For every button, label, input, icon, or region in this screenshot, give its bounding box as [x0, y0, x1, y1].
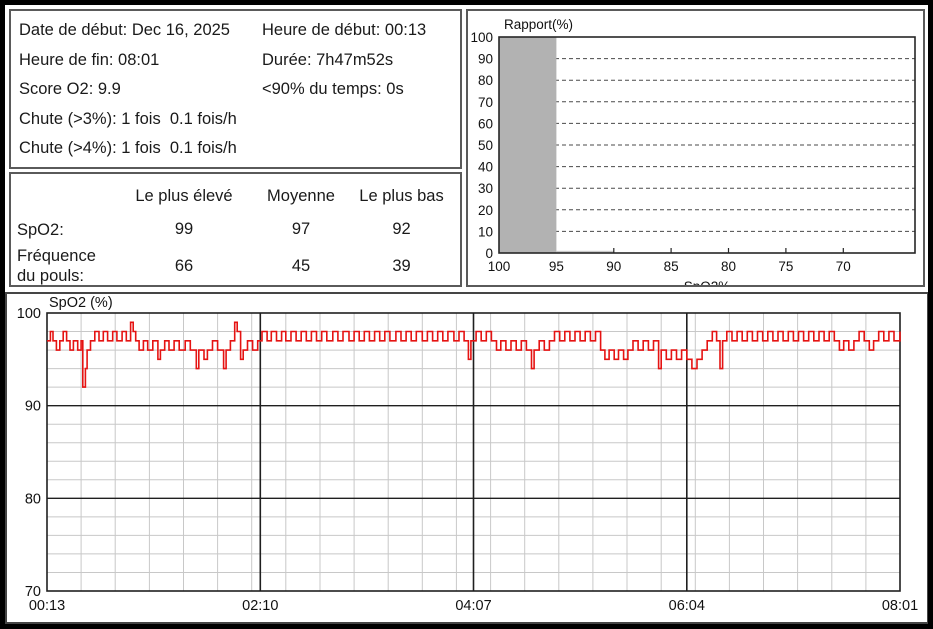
corner-cell — [17, 178, 115, 214]
svg-text:06:04: 06:04 — [669, 598, 705, 614]
svg-text:80: 80 — [25, 491, 41, 507]
col-header-lowest: Le plus bas — [349, 178, 454, 214]
svg-text:75: 75 — [778, 259, 793, 274]
spo2-trend-panel: 70809010000:1302:1004:0706:0408:01SpO2 (… — [5, 292, 929, 624]
stats-table-panel: Le plus élevé Moyenne Le plus bas SpO2: … — [9, 172, 462, 287]
row-label-pulse: Fréquence du pouls: — [17, 245, 115, 287]
o2-score-value: Score O2: 9.9 — [19, 80, 121, 98]
start-date-value: Date de début: Dec 16, 2025 — [19, 21, 230, 39]
svg-text:80: 80 — [478, 73, 493, 88]
svg-text:20: 20 — [478, 203, 493, 218]
summary-row: Heure de fin: 08:01 Durée: 7h47m52s — [19, 46, 452, 76]
svg-text:04:07: 04:07 — [455, 598, 491, 614]
drop-4pct-value: Chute (>4%): 1 fois 0.1 fois/h — [19, 139, 237, 157]
svg-text:40: 40 — [478, 160, 493, 175]
svg-text:70: 70 — [478, 95, 493, 110]
svg-text:10: 10 — [478, 224, 493, 239]
svg-text:Rapport(%): Rapport(%) — [504, 17, 573, 32]
svg-text:60: 60 — [478, 116, 493, 131]
col-header-highest: Le plus élevé — [115, 178, 253, 214]
svg-text:90: 90 — [25, 399, 41, 415]
stats-table: Le plus élevé Moyenne Le plus bas SpO2: … — [17, 178, 454, 287]
svg-text:90: 90 — [606, 259, 621, 274]
summary-panel: Date de début: Dec 16, 2025 Heure de déb… — [9, 9, 462, 169]
svg-text:100: 100 — [17, 306, 41, 322]
svg-text:90: 90 — [478, 52, 493, 67]
spo2-lowest: 92 — [349, 214, 454, 245]
pulse-highest: 66 — [115, 245, 253, 287]
duration-value: Durée: 7h47m52s — [262, 46, 393, 76]
svg-text:SpO2%: SpO2% — [684, 279, 731, 285]
svg-text:00:13: 00:13 — [29, 598, 65, 614]
below-90-time-value: <90% du temps: 0s — [262, 75, 404, 105]
summary-row: Score O2: 9.9 <90% du temps: 0s — [19, 75, 452, 105]
pulse-average: 45 — [253, 245, 349, 287]
row-label-spo2: SpO2: — [17, 214, 115, 245]
oximetry-report-window: Date de début: Dec 16, 2025 Heure de déb… — [0, 0, 933, 629]
drop-3pct-value: Chute (>3%): 1 fois 0.1 fois/h — [19, 110, 237, 128]
svg-text:85: 85 — [664, 259, 679, 274]
end-time-value: Heure de fin: 08:01 — [19, 51, 159, 69]
svg-text:80: 80 — [721, 259, 736, 274]
spo2-distribution-panel: 0102030405060708090100100959085807570Rap… — [466, 9, 925, 287]
summary-row: Chute (>3%): 1 fois 0.1 fois/h — [19, 105, 452, 135]
svg-text:100: 100 — [470, 30, 493, 45]
spo2-distribution-chart: 0102030405060708090100100959085807570Rap… — [468, 11, 923, 285]
svg-text:70: 70 — [836, 259, 851, 274]
pulse-lowest: 39 — [349, 245, 454, 287]
svg-text:100: 100 — [488, 259, 511, 274]
spo2-highest: 99 — [115, 214, 253, 245]
spo2-trend-chart: 70809010000:1302:1004:0706:0408:01SpO2 (… — [7, 294, 927, 622]
svg-text:08:01: 08:01 — [882, 598, 918, 614]
spo2-average: 97 — [253, 214, 349, 245]
svg-text:30: 30 — [478, 181, 493, 196]
svg-text:95: 95 — [549, 259, 564, 274]
svg-text:02:10: 02:10 — [242, 598, 278, 614]
summary-row: Date de début: Dec 16, 2025 Heure de déb… — [19, 16, 452, 46]
svg-text:SpO2 (%): SpO2 (%) — [49, 295, 113, 311]
svg-text:50: 50 — [478, 138, 493, 153]
summary-row: Chute (>4%): 1 fois 0.1 fois/h — [19, 134, 452, 164]
col-header-average: Moyenne — [253, 178, 349, 214]
start-time-value: Heure de début: 00:13 — [262, 16, 426, 46]
